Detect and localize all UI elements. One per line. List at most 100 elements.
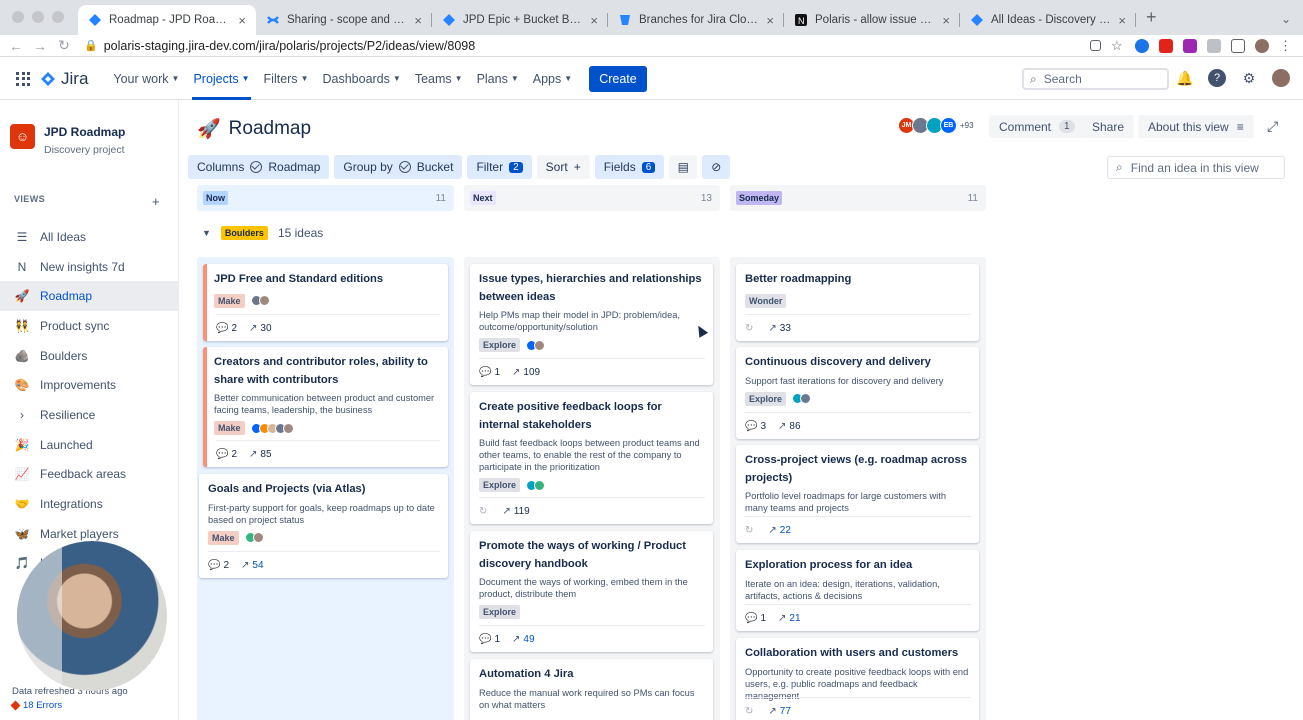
browser-tab[interactable]: N Polaris - allow issue creation by ×: [784, 5, 960, 35]
close-tab-icon[interactable]: ×: [238, 13, 246, 28]
browser-tab[interactable]: Roadmap - JPD Roadmap - Jira ×: [78, 5, 256, 35]
column-header-now[interactable]: Now 11: [197, 185, 454, 211]
idea-card[interactable]: Issue types, hierarchies and relationshi…: [470, 264, 713, 385]
browser-tab[interactable]: Sharing - scope and phases - Jira ×: [256, 5, 432, 35]
idea-card[interactable]: Cross-project views (e.g. roadmap across…: [736, 445, 979, 543]
browser-tab-bar: Roadmap - JPD Roadmap - Jira × Sharing -…: [0, 0, 1303, 35]
help-icon[interactable]: ?: [1208, 69, 1226, 87]
settings-gear-icon[interactable]: ⚙: [1240, 69, 1258, 87]
extension-blue-icon[interactable]: [1135, 38, 1149, 53]
browser-tab[interactable]: Branches for Jira Cloud / jira-frontend …: [608, 5, 784, 35]
idea-card[interactable]: Promote the ways of working / Product di…: [470, 531, 713, 652]
sidebar-item-label: Product sync: [40, 318, 110, 333]
group-by-button[interactable]: Group by Bucket: [334, 155, 463, 179]
sidebar-item[interactable]: 🚀 Roadmap: [0, 281, 178, 312]
assignee-avatars: [250, 422, 294, 434]
filter-button[interactable]: Filter 2: [467, 155, 532, 179]
notifications-bell-icon[interactable]: 🔔: [1176, 69, 1194, 87]
extension-purple-icon[interactable]: [1183, 38, 1197, 53]
forward-arrow-icon[interactable]: →: [28, 38, 52, 54]
idea-card[interactable]: Creators and contributor roles, ability …: [203, 347, 448, 467]
column-header-someday[interactable]: Someday 11: [730, 185, 986, 211]
hide-empty-icon[interactable]: ⊘: [702, 155, 731, 179]
close-tab-icon[interactable]: ×: [590, 13, 598, 28]
project-header[interactable]: ☺ JPD Roadmap Discovery project: [0, 100, 178, 156]
back-arrow-icon[interactable]: ←: [4, 38, 28, 54]
share-button[interactable]: Share: [1082, 115, 1135, 138]
add-view-button[interactable]: +: [152, 194, 160, 209]
bookmark-star-icon[interactable]: ☆: [1111, 38, 1125, 53]
column-header-next[interactable]: Next 13: [464, 185, 720, 211]
close-tab-icon[interactable]: ×: [414, 13, 422, 28]
comment-icon: 💬: [216, 448, 229, 460]
jira-logo[interactable]: Jira: [40, 69, 88, 89]
nav-apps[interactable]: Apps ▼: [526, 58, 579, 100]
browser-tab[interactable]: All Ideas - Discovery project - Jira ×: [960, 5, 1136, 35]
close-tab-icon[interactable]: ×: [942, 13, 950, 28]
share-icon[interactable]: [1090, 40, 1101, 51]
card-layout-icon[interactable]: ▤: [669, 155, 698, 179]
sidebar-item[interactable]: 🎨 Improvements: [0, 370, 178, 400]
profile-avatar-icon[interactable]: [1255, 38, 1269, 53]
url-text: polaris-staging.jira-dev.com/jira/polari…: [103, 38, 476, 53]
sort-button[interactable]: Sort +: [536, 155, 590, 179]
sidebar-item[interactable]: 👯 Product sync: [0, 311, 178, 341]
global-search-input[interactable]: ⌕ Search: [1022, 68, 1169, 90]
sidebar-item[interactable]: 🎉 Launched: [0, 430, 178, 460]
idea-card[interactable]: Continuous discovery and delivery Suppor…: [736, 347, 979, 439]
fullscreen-expand-icon[interactable]: ⤢: [1267, 118, 1278, 135]
sidebar-item[interactable]: ☰ All Ideas: [0, 222, 178, 252]
app-switcher-icon[interactable]: [16, 71, 30, 86]
sidebar-item[interactable]: 🤝 Integrations: [0, 489, 178, 519]
idea-card[interactable]: Exploration process for an idea Iterate …: [736, 550, 979, 631]
idea-card[interactable]: Create positive feedback loops for inter…: [470, 392, 713, 524]
tab-search-chevron-icon[interactable]: ⌄: [1269, 12, 1303, 35]
tab-title: Branches for Jira Cloud / jira-frontend: [639, 14, 760, 26]
idea-card[interactable]: Automation 4 Jira Reduce the manual work…: [470, 659, 713, 720]
idea-card[interactable]: Better roadmapping Wonder ↻ ↗ 33: [736, 264, 979, 341]
sidebar-item[interactable]: › Resilience: [0, 400, 178, 430]
about-view-button[interactable]: About this view ≡: [1138, 115, 1254, 138]
browser-tab[interactable]: JPD Epic + Bucket Board - Agile ×: [432, 5, 608, 35]
close-tab-icon[interactable]: ×: [1118, 13, 1126, 28]
url-field[interactable]: 🔒 polaris-staging.jira-dev.com/jira/pola…: [84, 39, 1090, 53]
chevron-down-icon[interactable]: ▼: [202, 228, 211, 238]
extension-red-icon[interactable]: [1159, 38, 1173, 53]
comment-icon: 💬: [208, 559, 221, 571]
create-button[interactable]: Create: [589, 65, 647, 92]
sidebar-panel-icon[interactable]: [1231, 38, 1245, 53]
comment-button[interactable]: Comment 1: [989, 115, 1085, 138]
new-tab-button[interactable]: +: [1136, 7, 1167, 35]
columns-button[interactable]: Columns Roadmap: [188, 155, 330, 179]
nav-your-work[interactable]: Your work ▼: [106, 58, 186, 100]
sidebar-item[interactable]: 🪨 Boulders: [0, 341, 178, 371]
fields-button[interactable]: Fields 6: [594, 155, 665, 179]
reload-icon[interactable]: ↻: [52, 37, 76, 54]
swimlane-header[interactable]: ▼ Boulders 15 ideas: [202, 226, 323, 240]
nav-teams[interactable]: Teams ▼: [408, 58, 470, 100]
idea-card[interactable]: JPD Free and Standard editions Make 💬 2 ↗ 3…: [203, 264, 448, 341]
status-chip: Explore: [479, 605, 521, 619]
browser-menu-icon[interactable]: ⋮: [1279, 38, 1293, 53]
confluence-favicon-icon: [266, 13, 280, 27]
user-avatar[interactable]: [1272, 69, 1290, 87]
window-controls[interactable]: [0, 11, 78, 35]
nav-dashboards[interactable]: Dashboards ▼: [315, 58, 407, 100]
nav-projects[interactable]: Projects ▼: [186, 58, 256, 100]
impact-score: 54: [252, 559, 264, 571]
close-tab-icon[interactable]: ×: [766, 13, 774, 28]
idea-card[interactable]: Collaboration with users and customers O…: [736, 638, 979, 720]
card-footer: 💬 1 ↗ 109: [479, 358, 705, 385]
errors-link[interactable]: 18 Errors: [10, 700, 128, 711]
find-idea-input[interactable]: ⌕ Find an idea in this view: [1107, 156, 1285, 179]
sidebar-item[interactable]: N New insights 7d: [0, 252, 178, 282]
nav-plans[interactable]: Plans ▼: [470, 58, 526, 100]
extensions-puzzle-icon[interactable]: [1207, 38, 1221, 53]
card-footer: ↻ ↗ 22: [745, 516, 971, 543]
nav-filters[interactable]: Filters ▼: [257, 58, 316, 100]
views-list: ☰ All Ideas N New insights 7d 🚀 Roadmap 👯 Produ…: [0, 222, 178, 578]
columns-value: Roadmap: [268, 160, 321, 174]
idea-card[interactable]: Goals and Projects (via Atlas) First-par…: [199, 474, 448, 578]
collaborator-avatars[interactable]: JM EB +93: [898, 117, 974, 134]
sidebar-item[interactable]: 📈 Feedback areas: [0, 460, 178, 490]
